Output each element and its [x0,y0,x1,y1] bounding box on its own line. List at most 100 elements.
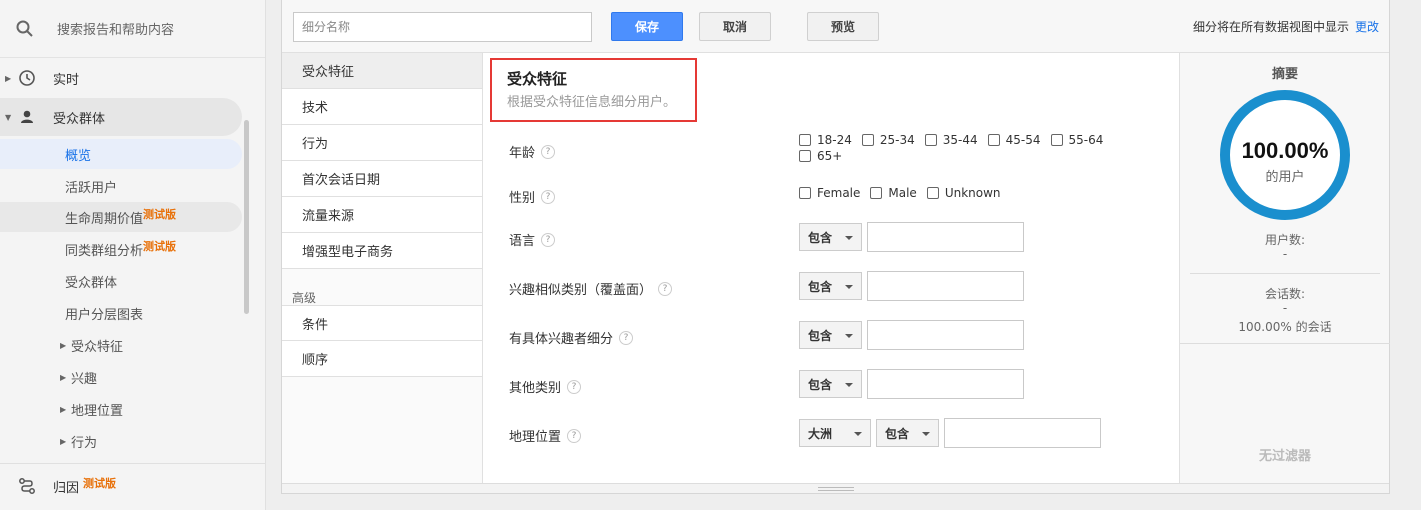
in-market-match-dropdown[interactable]: 包含 [799,321,862,349]
dropdown-value: 包含 [808,230,833,245]
category-technology[interactable]: 技术 [282,89,482,125]
checkbox-label: 18-24 [817,133,852,147]
age-checkbox-18-24[interactable]: 18-24 [799,133,852,147]
age-checkbox-45-54[interactable]: 45-54 [987,133,1041,147]
nav-scrollbar[interactable] [244,120,249,314]
checkbox-box [926,187,939,199]
save-button[interactable]: 保存 [611,12,683,41]
grip-icon [818,487,854,491]
location-level-dropdown[interactable]: 大洲 [799,419,871,447]
affinity-label: 兴趣相似类别（覆盖面）? [509,279,673,298]
gender-checkbox-male[interactable]: Male [870,186,917,200]
checkbox-box [861,134,874,146]
summary-divider [1180,343,1390,344]
category-demographics[interactable]: 受众特征 [282,53,482,89]
affinity-match-dropdown[interactable]: 包含 [799,272,862,300]
sub-item-lifetime-value[interactable]: 生命周期价值测试版 [0,202,242,232]
attribution-icon [19,478,35,494]
in-market-label: 有具体兴趣者细分? [509,328,634,347]
sub-item-label: 概览 [65,148,92,164]
dropdown-value: 包含 [808,279,833,294]
expand-arrow-icon: ▶ [60,436,67,446]
nav-item-realtime[interactable]: ▶ 实时 [0,62,242,94]
user-percent-caption: 的用户 [1265,170,1305,185]
segment-name-input[interactable] [293,12,592,42]
sub-item-overview[interactable]: 概览 [0,139,242,169]
help-icon[interactable]: ? [619,330,634,345]
checkbox-box [799,150,811,162]
dropdown-value: 包含 [808,377,833,392]
users-label: 用户数: [1264,233,1306,247]
change-link[interactable]: 更改 [1355,20,1379,34]
language-label-text: 语言 [509,234,536,249]
age-options-row2: 65+ [799,149,852,163]
other-category-match-dropdown[interactable]: 包含 [799,370,862,398]
category-first-session-date[interactable]: 首次会话日期 [282,161,482,197]
gender-label-text: 性别 [509,191,536,206]
age-checkbox-35-44[interactable]: 35-44 [924,133,978,147]
gender-checkbox-female[interactable]: Female [799,186,860,200]
in-market-label-text: 有具体兴趣者细分 [509,332,614,347]
dropdown-caret-icon [845,383,853,387]
checkbox-label: 35-44 [942,133,978,147]
help-icon[interactable]: ? [541,144,556,159]
expand-arrow-icon: ▶ [60,404,67,414]
gender-checkbox-unknown[interactable]: Unknown [926,186,1001,200]
sessions-value: - [1282,301,1288,315]
language-match-dropdown[interactable]: 包含 [799,223,862,251]
visibility-note-text: 细分将在所有数据视图中显示 [1192,20,1349,34]
age-checkbox-55-64[interactable]: 55-64 [1050,133,1103,147]
preview-button[interactable]: 预览 [807,12,879,41]
help-icon[interactable]: ? [541,232,556,247]
other-category-value-input[interactable] [867,369,1024,399]
help-icon[interactable]: ? [658,281,673,296]
age-label-text: 年龄 [509,146,536,161]
search-icon [16,20,33,37]
in-market-value-input[interactable] [867,320,1024,350]
affinity-value-input[interactable] [867,271,1024,301]
help-icon[interactable]: ? [567,428,582,443]
nav-item-audience[interactable]: ▼ 受众群体 [0,98,242,136]
dropdown-value: 包含 [808,328,833,343]
sub-item-user-explorer[interactable]: 用户分层图表 [0,298,242,328]
dropdown-caret-icon [845,285,853,289]
sub-item-interests[interactable]: ▶ 兴趣 [0,362,242,392]
location-label-text: 地理位置 [509,430,562,445]
sub-item-label: 用户分层图表 [65,307,144,323]
beta-badge: 测试版 [83,476,117,490]
summary-panel: 摘要 100.00% 的用户 用户数: - 会话数: - 100.00% 的会话… [1179,53,1390,483]
help-icon[interactable]: ? [567,379,582,394]
sub-item-cohort[interactable]: 同类群组分析测试版 [0,234,242,264]
age-checkbox-65-plus[interactable]: 65+ [799,149,842,163]
other-category-label: 其他类别? [509,377,582,396]
language-value-input[interactable] [867,222,1024,252]
affinity-label-text: 兴趣相似类别（覆盖面） [509,283,653,298]
cancel-button[interactable]: 取消 [699,12,771,41]
resize-handle[interactable] [282,483,1389,493]
location-match-dropdown[interactable]: 包含 [876,419,939,447]
dropdown-value: 包含 [885,426,910,441]
category-enhanced-ecommerce[interactable]: 增强型电子商务 [282,233,482,269]
search-bar[interactable]: 搜索报告和帮助内容 [0,0,265,58]
category-sequences[interactable]: 顺序 [282,341,482,377]
section-title: 受众特征 [507,70,568,88]
sub-item-label: 生命周期价值测试版 [65,208,176,227]
checkbox-label: 25-34 [879,133,915,147]
age-options-row1: 18-24 25-34 35-44 45-54 55-64 [799,133,1113,147]
expand-arrow-icon: ▶ [60,340,67,350]
age-checkbox-25-34[interactable]: 25-34 [861,133,915,147]
category-behavior[interactable]: 行为 [282,125,482,161]
help-icon[interactable]: ? [541,189,556,204]
sub-item-audiences[interactable]: 受众群体 [0,266,242,296]
sessions-label: 会话数: [1264,287,1306,301]
sub-item-demographics[interactable]: ▶ 受众特征 [0,330,242,360]
sub-item-geo[interactable]: ▶ 地理位置 [0,394,242,424]
location-value-input[interactable] [944,418,1101,448]
category-conditions[interactable]: 条件 [282,305,482,341]
category-traffic-sources[interactable]: 流量来源 [282,197,482,233]
nav-item-attribution[interactable]: 归因 测试版 [0,470,242,502]
sub-item-text: 同类群组分析 [65,243,144,259]
sub-item-active-users[interactable]: 活跃用户 [0,171,242,201]
category-list: 受众特征 技术 行为 首次会话日期 流量来源 增强型电子商务 高级 条件 顺序 [282,53,483,493]
sub-item-behavior[interactable]: ▶ 行为 [0,426,242,456]
